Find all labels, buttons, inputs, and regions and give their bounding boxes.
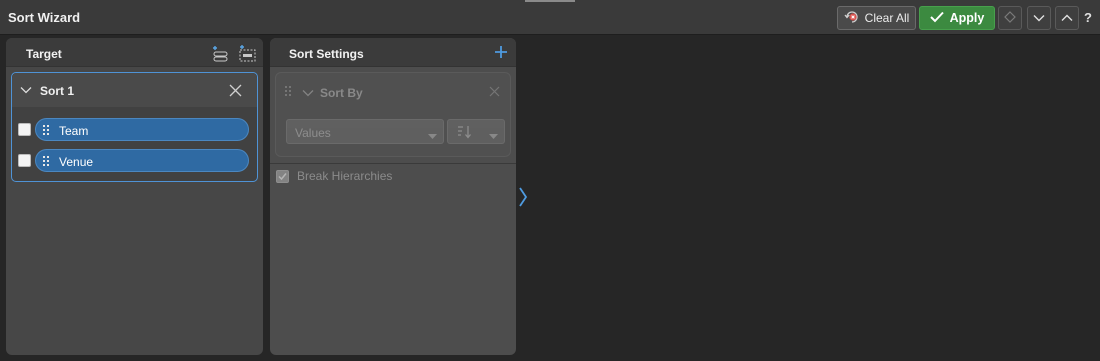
- target-title: Target: [26, 47, 62, 61]
- window-title: Sort Wizard: [8, 10, 81, 25]
- dropdown-arrow-icon: [428, 129, 437, 143]
- check-icon: [929, 11, 944, 26]
- chevron-down-icon: [302, 86, 314, 100]
- settings-header: Sort Settings: [270, 38, 516, 67]
- sort-by-header: Sort By: [276, 73, 510, 109]
- sort-direction-icon: [456, 124, 474, 143]
- field-checkbox[interactable]: [18, 123, 31, 136]
- sort-by-label: Sort By: [320, 86, 363, 100]
- diamond-button[interactable]: [998, 6, 1022, 30]
- expand-right-icon[interactable]: [518, 186, 528, 211]
- chevron-down-icon[interactable]: [20, 83, 32, 97]
- divider: [270, 163, 516, 164]
- field-checkbox[interactable]: [18, 154, 31, 167]
- help-button[interactable]: ?: [1084, 10, 1092, 25]
- sort-by-card: Sort By Values: [275, 72, 511, 157]
- dropdown-arrow-icon: [489, 129, 498, 143]
- sort-direction-select: [447, 119, 505, 144]
- break-hierarchies-checkbox: [276, 169, 289, 183]
- field-row-venue: Venue: [17, 149, 254, 173]
- grip-icon[interactable]: [43, 156, 50, 170]
- clear-icon: [844, 10, 860, 27]
- field-label: Venue: [59, 155, 94, 169]
- values-select: Values: [286, 119, 444, 144]
- values-select-value: Values: [295, 126, 331, 140]
- title-bar: Sort Wizard Clear All Apply ?: [0, 0, 1100, 35]
- plus-icon[interactable]: [492, 43, 510, 61]
- sort-settings-panel: Sort Settings Sort By Values Break Hiera…: [270, 38, 516, 355]
- settings-title: Sort Settings: [289, 47, 364, 61]
- move-down-button[interactable]: [1027, 6, 1051, 30]
- close-icon[interactable]: [229, 84, 242, 100]
- apply-label: Apply: [949, 11, 985, 25]
- field-label: Team: [59, 124, 89, 138]
- chevron-up-icon: [1061, 11, 1073, 25]
- drag-icon: [285, 86, 292, 100]
- field-pill[interactable]: Venue: [35, 149, 249, 172]
- target-header: Target: [6, 38, 263, 67]
- close-icon: [489, 86, 500, 100]
- clear-all-button[interactable]: Clear All: [837, 6, 916, 30]
- chevron-down-icon: [1033, 11, 1045, 25]
- grip-icon[interactable]: [43, 125, 50, 139]
- field-pill[interactable]: Team: [35, 118, 249, 141]
- break-hierarchies-label: Break Hierarchies: [297, 169, 393, 183]
- move-up-button[interactable]: [1055, 6, 1079, 30]
- field-row-team: Team: [17, 118, 254, 142]
- add-group-icon[interactable]: [238, 44, 256, 62]
- break-hierarchies-row: Break Hierarchies: [276, 168, 392, 184]
- clear-all-label: Clear All: [864, 11, 910, 25]
- target-panel: Target Sort 1 Team Venue: [6, 38, 263, 355]
- sort-card-header[interactable]: Sort 1: [12, 73, 257, 107]
- sort-name: Sort 1: [40, 84, 75, 98]
- drag-handle[interactable]: [525, 0, 575, 2]
- diamond-icon: [1004, 10, 1016, 26]
- sort-card[interactable]: Sort 1 Team Venue: [11, 72, 258, 182]
- apply-button[interactable]: Apply: [919, 6, 995, 30]
- add-sort-icon[interactable]: [211, 44, 229, 62]
